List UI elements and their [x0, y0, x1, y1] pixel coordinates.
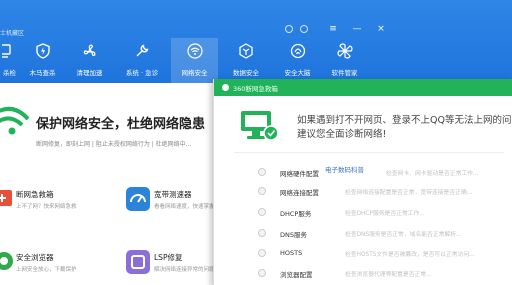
status-icon	[258, 187, 266, 195]
tab-label: 系统 · 急诊	[125, 69, 159, 77]
computer-check-icon	[1, 44, 11, 58]
tab-label: 网络安全	[181, 69, 208, 77]
check-description: 检查DNS服务是否正常，域名能否正常解析...	[345, 232, 462, 238]
browser-icon	[0, 252, 13, 270]
status-icon	[258, 208, 266, 216]
tool-tiles: 断网急救箱 上不了网？快来网络急救 宽带测速器 看看网络速度，快速掌握 安全浏览…	[0, 183, 215, 285]
check-description: 检查HOSTS文件是否被篡改，是否可以正常访问...	[345, 252, 475, 258]
wifi-shield-icon	[0, 107, 30, 135]
tile-description: 上网安全放心，下载保护	[16, 267, 77, 273]
check-row: 浏览器配置 检查浏览器代理等配置是否正常...	[214, 265, 512, 281]
tab-network-security[interactable]: 网络安全	[171, 38, 218, 83]
tab-label: 木马查杀	[29, 69, 56, 77]
dialog-intro-line1: 如果遇到打不开网页、登录不上QQ等无法上网的问题，	[297, 115, 512, 126]
tab-trojan-scan[interactable]: 木马查杀	[19, 38, 66, 83]
tab-software-manager[interactable]: 软件管家	[321, 38, 368, 83]
check-name: DHCP服务	[280, 210, 312, 218]
first-aid-icon	[0, 190, 12, 206]
dialog-intro-line2: 建议您全面诊断网络!	[297, 129, 387, 140]
page-title: 保护网络安全，杜绝网络隐患	[36, 117, 206, 132]
tab-label: 安全大脑	[284, 69, 311, 77]
check-row: DHCP服务 检查DHCP服务是否正常工作...	[214, 204, 512, 220]
status-icon	[258, 269, 266, 277]
check-description: 检查DHCP服务是否正常工作...	[345, 211, 425, 217]
settings-icon[interactable]	[285, 25, 293, 33]
menu-icon[interactable]: ≡	[326, 22, 340, 36]
skin-icon[interactable]	[300, 25, 308, 33]
tile-description: 看看网络速度，快速掌握	[154, 204, 215, 210]
network-first-aid-dialog: 360断网急救箱 如果遇到打不开网页、登录不上QQ等无法上网的问题， 建议您全面…	[213, 79, 512, 285]
check-description: 检查网络连接配置是否正常，宽带连接是否正确...	[345, 190, 473, 196]
check-name: 网络连接配置	[280, 189, 319, 197]
shield-icon	[35, 43, 50, 59]
dialog-titlebar: 360断网急救箱	[214, 79, 512, 96]
window-title: 士机藏区	[0, 30, 25, 37]
tab-label: 清理加速	[76, 69, 103, 77]
network-security-hero: 保护网络安全，杜绝网络隐患 断网修复，即刻上网 | 阻止未授权网络行为 | 杜绝…	[0, 83, 215, 178]
check-row-first-desc: 检查网卡、网卡驱动是否正常工作...	[214, 164, 512, 180]
tile-title: LSP修复	[154, 253, 183, 262]
status-icon	[258, 249, 266, 257]
check-row: 网络连接配置 检查网络连接配置是否正常，宽带连接是否正确...	[214, 183, 512, 199]
tab-system-repair[interactable]: 系统 · 急诊	[113, 38, 171, 83]
check-name: 浏览器配置	[280, 271, 313, 279]
minimize-button[interactable]: —	[350, 22, 364, 36]
check-name: HOSTS	[280, 249, 303, 257]
app-window: 士机藏区 ≡ — × 杀检 木马查杀 清理加速 系统 · 急诊 网络安全 数据安…	[0, 0, 512, 285]
check-description: 检查网卡、网卡驱动是否正常工作...	[386, 171, 479, 177]
app-logo-icon	[222, 84, 229, 91]
divider	[234, 152, 504, 153]
fan-icon	[83, 44, 96, 57]
tile-safe-browser[interactable]: 安全浏览器 上网安全放心，下载保护	[0, 246, 110, 285]
top-toolbar: 士机藏区 ≡ — × 杀检 木马查杀 清理加速 系统 · 急诊 网络安全 数据安…	[0, 0, 512, 83]
check-row: HOSTS 检查HOSTS文件是否被篡改，是否可以正常访问...	[214, 245, 512, 261]
tile-title: 安全浏览器	[16, 253, 54, 262]
lsp-repair-icon	[126, 250, 150, 274]
computer-repair-icon	[241, 111, 279, 141]
feature-tabs: 杀检 木马查杀 清理加速 系统 · 急诊 网络安全 数据安全 安全大脑 软件管家	[0, 38, 400, 83]
brain-icon	[290, 43, 305, 59]
tile-description: 上不了网？快来网络急救	[16, 204, 77, 210]
tile-title: 宽带测速器	[154, 190, 192, 199]
check-row: DNS服务 检查DNS服务是否正常，域名能否正常解析...	[214, 225, 512, 241]
check-description: 检查浏览器代理等配置是否正常...	[345, 272, 432, 278]
tile-title: 断网急救箱	[16, 190, 54, 199]
tile-network-first-aid[interactable]: 断网急救箱 上不了网？快来网络急救	[0, 183, 110, 223]
page-subtitle: 断网修复，即刻上网 | 阻止未授权网络行为 | 杜绝网络中...	[36, 141, 192, 148]
tab-checkup[interactable]: 杀检	[0, 38, 19, 83]
tab-label: 数据安全	[233, 69, 259, 77]
tile-description: 解决网络连接异常的问题	[154, 267, 215, 273]
tab-data-security[interactable]: 数据安全	[218, 38, 274, 83]
wifi-icon	[186, 43, 203, 59]
tab-security-brain[interactable]: 安全大脑	[274, 38, 321, 83]
tab-label: 杀检	[3, 69, 16, 77]
status-icon	[258, 229, 266, 237]
tab-label: 软件管家	[331, 69, 358, 77]
data-shield-icon	[239, 43, 253, 59]
tab-cleanup[interactable]: 清理加速	[66, 38, 113, 83]
wrench-icon	[136, 44, 149, 57]
speed-test-icon	[126, 187, 150, 211]
apps-icon	[336, 43, 353, 59]
dialog-title: 360断网急救箱	[233, 85, 278, 93]
close-button[interactable]: ×	[374, 22, 388, 36]
check-name: DNS服务	[280, 231, 307, 239]
